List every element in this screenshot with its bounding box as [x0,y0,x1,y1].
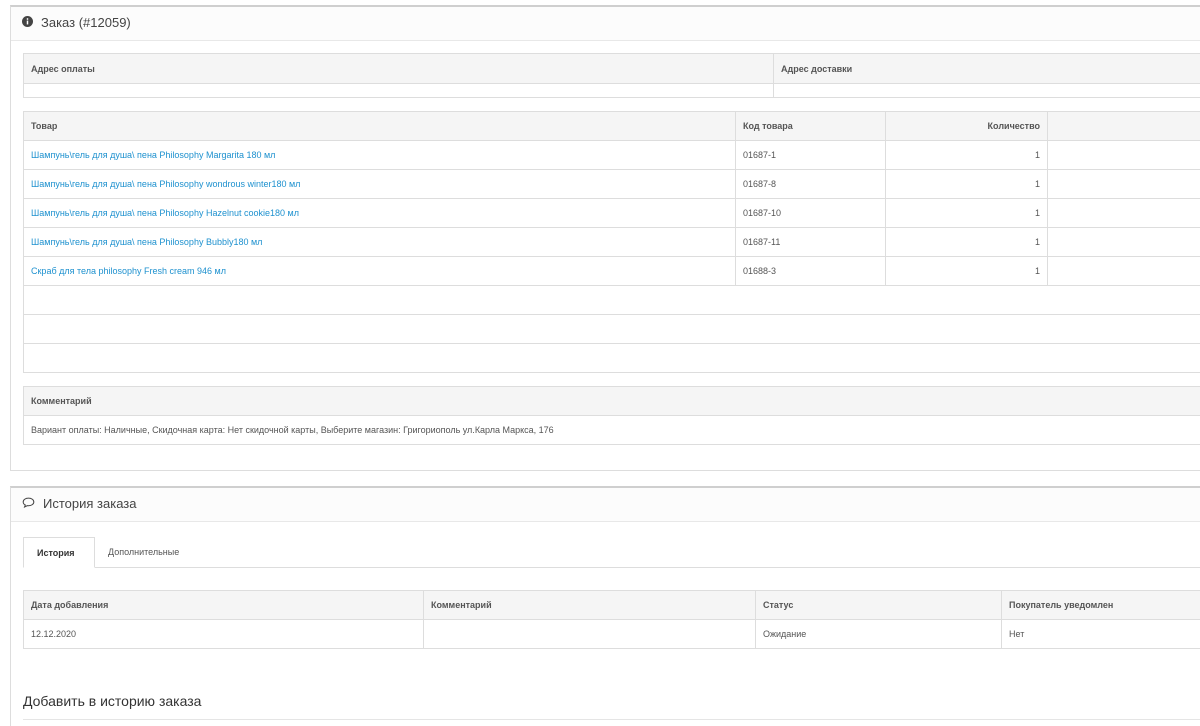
table-row: Шампунь\гель для душа\ пена Philosophy M… [24,141,1200,170]
tab-history[interactable]: История [23,537,95,568]
history-date: 12.12.2020 [24,620,424,649]
comment-bubble-icon [22,488,35,519]
tab-additional[interactable]: Дополнительные [95,537,192,567]
table-row: Шампунь\гель для душа\ пена Philosophy w… [24,170,1200,199]
billing-address-header: Адрес оплаты [24,54,774,84]
history-status: Ожидание [756,620,1002,649]
billing-address-cell [24,84,774,98]
totals-row [24,315,1200,344]
empty-column-header [1048,112,1200,141]
products-table: Товар Код товара Количество Шампунь\гель… [23,111,1200,373]
product-column-header: Товар [24,112,736,141]
customer-notified-header: Покупатель уведомлен [1002,591,1200,620]
history-comment-header: Комментарий [424,591,756,620]
table-row: Шампунь\гель для душа\ пена Philosophy H… [24,199,1200,228]
history-panel-title: История заказа [43,496,136,511]
product-code: 01687-11 [736,228,886,257]
status-header: Статус [756,591,1002,620]
product-link[interactable]: Шампунь\гель для душа\ пена Philosophy M… [31,150,275,160]
comment-table: Комментарий Вариант оплаты: Наличные, Ск… [23,386,1200,445]
history-panel: История заказа История Дополнительные Да… [10,486,1200,726]
product-quantity: 1 [886,170,1048,199]
history-comment [424,620,756,649]
order-panel-heading: Заказ (#12059) [11,7,1200,41]
comment-header: Комментарий [24,387,1200,416]
order-panel: Заказ (#12059) Адрес оплаты Адрес достав… [10,5,1200,471]
history-table: Дата добавления Комментарий Статус Покуп… [23,590,1200,649]
history-notified: Нет [1002,620,1200,649]
product-link[interactable]: Шампунь\гель для душа\ пена Philosophy w… [31,179,300,189]
quantity-column-header: Количество [886,112,1048,141]
date-added-header: Дата добавления [24,591,424,620]
product-code: 01687-1 [736,141,886,170]
code-column-header: Код товара [736,112,886,141]
add-history-title: Добавить в историю заказа [23,693,1200,720]
table-row: Скраб для тела philosophy Fresh cream 94… [24,257,1200,286]
product-quantity: 1 [886,141,1048,170]
product-link[interactable]: Шампунь\гель для душа\ пена Philosophy B… [31,237,262,247]
table-row: Шампунь\гель для душа\ пена Philosophy B… [24,228,1200,257]
totals-row [24,286,1200,315]
totals-row [24,344,1200,373]
history-panel-heading: История заказа [11,488,1200,522]
product-quantity: 1 [886,199,1048,228]
shipping-address-header: Адрес доставки [774,54,1200,84]
product-quantity: 1 [886,257,1048,286]
product-link[interactable]: Шампунь\гель для душа\ пена Philosophy H… [31,208,299,218]
comment-text: Вариант оплаты: Наличные, Скидочная карт… [24,416,1200,445]
address-table: Адрес оплаты Адрес доставки [23,53,1200,98]
table-row: 12.12.2020 Ожидание Нет [24,620,1200,649]
info-circle-icon [22,7,33,38]
history-tabs: История Дополнительные [23,537,1200,568]
product-link[interactable]: Скраб для тела philosophy Fresh cream 94… [31,266,226,276]
product-quantity: 1 [886,228,1048,257]
product-code: 01687-8 [736,170,886,199]
product-code: 01687-10 [736,199,886,228]
product-code: 01688-3 [736,257,886,286]
order-panel-title: Заказ (#12059) [41,15,131,30]
shipping-address-cell [774,84,1200,98]
